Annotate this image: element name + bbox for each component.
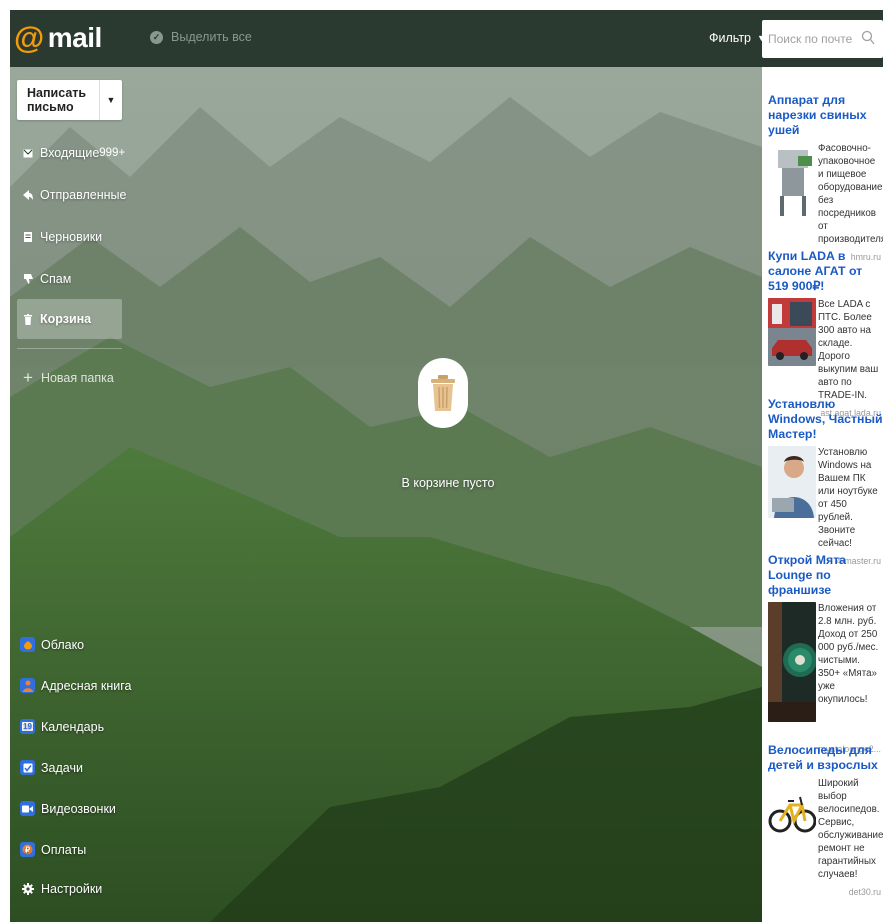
chevron-down-icon[interactable]: ▼ (100, 95, 122, 105)
service-payments[interactable]: ₽ Оплаты (20, 842, 86, 857)
video-call-icon (20, 801, 35, 816)
settings-icon (20, 881, 35, 896)
ad-item[interactable]: Аппарат для нарезки свиных ушей Фасовочн… (768, 93, 883, 262)
ad-description: Широкий выбор велосипедов. Сервис, обслу… (818, 778, 883, 880)
ad-item[interactable]: Купи LADA в салоне АГАТ от 519 900₽! Все… (768, 249, 883, 418)
folder-label: Отправленные (40, 188, 127, 202)
ad-title[interactable]: Аппарат для нарезки свиных ушей (768, 93, 883, 138)
mail-logo[interactable]: @ mail (14, 20, 102, 56)
thumbs-down-icon (23, 274, 33, 284)
ad-title[interactable]: Купи LADA в салоне АГАТ от 519 900₽! (768, 249, 883, 294)
sent-arrow-icon (23, 190, 33, 200)
ad-image[interactable] (768, 777, 816, 847)
service-label: Настройки (41, 881, 103, 896)
ad-title[interactable]: Велосипеды для детей и взрослых (768, 743, 883, 773)
service-label: Видеозвонки (41, 801, 116, 816)
contacts-icon (20, 678, 35, 693)
trash-bin-icon (431, 375, 455, 411)
ad-title[interactable]: Установлю Windows, Частный Мастер! (768, 397, 883, 442)
payments-icon: ₽ (20, 842, 35, 857)
new-folder-label: Новая папка (40, 371, 114, 385)
drafts-icon (23, 232, 33, 242)
unread-count: 999+ (99, 147, 126, 159)
tasks-icon (20, 760, 35, 775)
ad-description: Вложения от 2.8 млн. руб. Доход от 250 0… (818, 603, 879, 705)
folder-label: Входящие (40, 146, 100, 160)
ad-description: Все LADA с ПТС. Более 300 авто на складе… (818, 299, 879, 401)
folder-label: Спам (40, 272, 72, 286)
service-address-book[interactable]: Адресная книга (20, 678, 131, 693)
service-calendar[interactable]: 19 Календарь (20, 719, 104, 734)
service-label: Календарь (41, 719, 105, 734)
service-video-calls[interactable]: Видеозвонки (20, 801, 116, 816)
select-all-label: Выделить все (171, 30, 252, 44)
new-folder-button[interactable]: + Новая папка (23, 368, 114, 387)
folder-inbox[interactable]: Входящие 999+ (17, 133, 125, 173)
ad-body: Установлю Windows на Вашем ПК или ноутбу… (768, 446, 883, 550)
compose-button[interactable]: Написать письмо ▼ (17, 80, 122, 120)
empty-message: В корзине пусто (401, 476, 495, 490)
cloud-icon (20, 637, 35, 652)
service-cloud[interactable]: Облако (20, 637, 84, 652)
filter-label: Фильтр (709, 31, 751, 45)
folder-label: Черновики (40, 230, 103, 244)
ad-image[interactable] (768, 602, 816, 722)
ad-body: Фасовочно-упаковочное и пищевое оборудов… (768, 142, 883, 246)
service-tasks[interactable]: Задачи (20, 760, 83, 775)
select-all-button[interactable]: ✓ Выделить все (150, 30, 252, 44)
folder-sent[interactable]: Отправленные (17, 175, 126, 215)
filter-dropdown[interactable]: Фильтр ▼ (709, 31, 766, 45)
logo-at: @ (14, 20, 44, 55)
calendar-day: 19 (22, 722, 33, 731)
top-bar: @ mail ✓ Выделить все Фильтр ▼ (10, 10, 883, 67)
search-icon[interactable] (861, 30, 875, 46)
ad-item[interactable]: Велосипеды для детей и взрослых Широкий … (768, 743, 883, 897)
logo-text: mail (47, 22, 103, 53)
service-label: Оплаты (41, 842, 87, 857)
empty-trash-badge (418, 358, 468, 428)
folder-trash[interactable]: Корзина (17, 299, 122, 339)
ad-image[interactable] (768, 298, 816, 366)
service-label: Адресная книга (41, 678, 132, 693)
ad-description: Фасовочно-упаковочное и пищевое оборудов… (818, 143, 883, 245)
checkmark-icon: ✓ (150, 30, 163, 44)
ads-column: Аппарат для нарезки свиных ушей Фасовочн… (762, 67, 883, 922)
compose-label: Написать письмо (27, 86, 87, 114)
ad-description: Установлю Windows на Вашем ПК или ноутбу… (818, 447, 878, 549)
ad-image[interactable] (768, 142, 816, 222)
ad-domain[interactable]: det30.ru (768, 887, 883, 897)
ad-item[interactable]: Открой Мята Lounge по франшизе Вложения … (768, 553, 883, 754)
search-input[interactable] (762, 20, 854, 58)
trash-icon (23, 313, 33, 325)
plus-icon: + (23, 368, 33, 387)
folder-label: Корзина (40, 312, 92, 326)
folder-drafts[interactable]: Черновики (17, 217, 122, 257)
calendar-icon: 19 (20, 719, 35, 734)
service-settings[interactable]: Настройки (20, 881, 102, 896)
sidebar-divider (17, 348, 122, 349)
ad-item[interactable]: Установлю Windows, Частный Мастер! Устан… (768, 397, 883, 566)
ad-image[interactable] (768, 446, 816, 518)
ad-title[interactable]: Открой Мята Lounge по франшизе (768, 553, 883, 598)
service-label: Задачи (41, 760, 83, 775)
inbox-icon (23, 148, 33, 158)
search-box (762, 20, 883, 58)
mail-app: @ mail ✓ Выделить все Фильтр ▼ Написать … (10, 10, 883, 922)
ad-body: Широкий выбор велосипедов. Сервис, обслу… (768, 777, 883, 881)
service-label: Облако (41, 637, 85, 652)
empty-state: В корзине пусто (402, 358, 494, 490)
svg-text:₽: ₽ (25, 845, 30, 854)
ad-body: Все LADA с ПТС. Более 300 авто на складе… (768, 298, 883, 402)
ad-body: Вложения от 2.8 млн. руб. Доход от 250 0… (768, 602, 883, 722)
folder-spam[interactable]: Спам (17, 259, 122, 299)
